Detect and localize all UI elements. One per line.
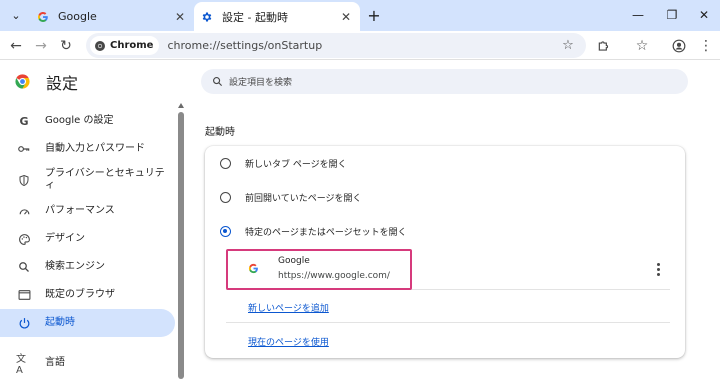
reload-icon[interactable]: ↻ <box>56 36 76 56</box>
extensions-puzzle-icon[interactable] <box>594 36 614 56</box>
tab-title: 設定 - 起動時 <box>222 10 288 24</box>
option-label: 新しいタブ ページを開く <box>245 159 347 170</box>
reading-list-icon[interactable]: ☆ <box>632 36 652 56</box>
forward-arrow-icon[interactable]: → <box>31 36 51 56</box>
new-tab-plus-icon[interactable]: + <box>365 6 383 25</box>
sidebar-item-on-startup[interactable]: 起動時 <box>0 309 175 337</box>
browser-window-icon <box>16 287 32 303</box>
option-continue[interactable]: 前回開いていたページを開く <box>205 180 685 214</box>
option-label: 特定のページまたはページセットを開く <box>245 227 407 238</box>
key-icon <box>16 141 32 157</box>
page-title: 設定 <box>46 74 79 93</box>
toolbar: ← → ↻ Chrome chrome://settings/onStartup… <box>0 31 720 60</box>
settings-header: 設定 設定項目を検索 <box>0 61 720 101</box>
search-icon <box>210 75 224 89</box>
sidebar-item-appearance[interactable]: デザイン <box>0 225 175 253</box>
window-close-icon[interactable]: ✕ <box>694 5 714 25</box>
bookmark-star-icon[interactable]: ☆ <box>560 37 576 53</box>
close-tab-icon[interactable]: ✕ <box>172 9 188 25</box>
sidebar-item-performance[interactable]: パフォーマンス <box>0 197 175 225</box>
sidebar-item-autofill[interactable]: 自動入力とパスワード <box>0 135 175 163</box>
sidebar-item-search-engine[interactable]: 検索エンジン <box>0 253 175 281</box>
startup-page-name: Google <box>278 256 310 266</box>
url-text: chrome://settings/onStartup <box>167 39 323 52</box>
translate-icon: 文A <box>16 354 26 376</box>
tab-settings[interactable]: 設定 - 起動時 ✕ <box>194 2 360 31</box>
sidebar-item-google[interactable]: G Google の設定 <box>0 107 175 135</box>
tab-title: Google <box>58 10 97 23</box>
sidebar-item-privacy[interactable]: プライバシーとセキュリティ <box>0 165 175 195</box>
sidebar-item-default-browser[interactable]: 既定のブラウザ <box>0 281 175 309</box>
chip-label: Chrome <box>110 40 154 51</box>
scroll-thumb[interactable] <box>178 112 184 379</box>
option-specific-pages[interactable]: 特定のページまたはページセットを開く <box>205 214 685 248</box>
startup-options-card: 新しいタブ ページを開く 前回開いていたページを開く 特定のページまたはページセ… <box>205 146 685 358</box>
tab-google[interactable]: Google ✕ <box>30 2 194 31</box>
section-title: 起動時 <box>205 127 235 138</box>
google-favicon-icon <box>36 10 50 24</box>
browser-window: ⌄ Google ✕ 設定 - 起動時 ✕ + — ❐ ✕ ← → ↻ Chro… <box>0 0 720 379</box>
palette-icon <box>16 231 32 247</box>
speedometer-icon <box>16 203 32 219</box>
tab-search-chevron-icon[interactable]: ⌄ <box>7 6 25 24</box>
more-actions-icon[interactable] <box>652 259 664 279</box>
search-icon <box>16 259 32 275</box>
sidebar-item-languages[interactable]: 文A 言語 <box>0 349 175 377</box>
back-arrow-icon[interactable]: ← <box>6 36 26 56</box>
chrome-logo-icon <box>15 74 30 89</box>
google-favicon-icon <box>248 263 258 274</box>
shield-icon <box>16 172 32 188</box>
power-icon <box>16 315 32 331</box>
google-g-icon: G <box>19 114 29 128</box>
tab-strip: ⌄ Google ✕ 設定 - 起動時 ✕ + — ❐ ✕ <box>0 0 720 31</box>
scroll-up-arrow-icon[interactable] <box>178 103 184 108</box>
search-placeholder: 設定項目を検索 <box>229 78 293 88</box>
use-current-pages-link[interactable]: 現在のページを使用 <box>248 335 329 348</box>
restore-icon[interactable]: ❐ <box>662 5 682 25</box>
chrome-logo-icon <box>95 40 105 51</box>
divider <box>226 322 670 323</box>
profile-avatar-icon[interactable] <box>669 36 689 56</box>
sidebar-scrollbar[interactable] <box>177 101 185 379</box>
radio-button[interactable] <box>220 191 231 203</box>
option-new-tab[interactable]: 新しいタブ ページを開く <box>205 146 685 180</box>
startup-page-entry: Google https://www.google.com/ <box>226 248 670 290</box>
startup-page-url: https://www.google.com/ <box>278 271 390 281</box>
chrome-security-chip[interactable]: Chrome <box>90 36 160 55</box>
settings-search-input[interactable]: 設定項目を検索 <box>201 69 688 94</box>
address-bar[interactable]: Chrome chrome://settings/onStartup ☆ <box>86 33 586 58</box>
gear-icon <box>200 10 214 24</box>
radio-button[interactable] <box>220 157 231 169</box>
settings-sidebar: G Google の設定 自動入力とパスワード プライバシーとセキュリティ パフ… <box>0 101 178 379</box>
radio-button-checked[interactable] <box>220 225 231 237</box>
minimize-icon[interactable]: — <box>628 5 648 25</box>
add-new-page-link[interactable]: 新しいページを追加 <box>248 301 329 314</box>
menu-kebab-icon[interactable]: ⋮ <box>696 36 716 56</box>
close-tab-icon[interactable]: ✕ <box>338 9 354 25</box>
option-label: 前回開いていたページを開く <box>245 193 362 204</box>
